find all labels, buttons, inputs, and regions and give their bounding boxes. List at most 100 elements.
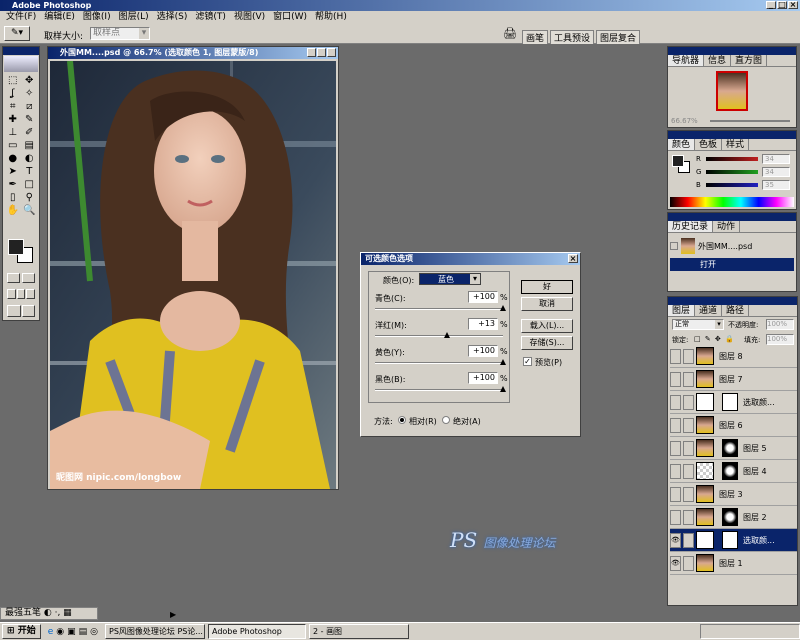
layer-link-box[interactable] [683,371,694,387]
menu-item-1[interactable]: 编辑(E) [40,11,79,24]
color-b-slider[interactable] [706,183,758,187]
marquee-tool-icon[interactable]: ⬚ [5,75,21,87]
menu-item-4[interactable]: 选择(S) [153,11,192,24]
layer-visibility-eye-icon[interactable] [670,348,681,364]
media-icon[interactable]: ◉ [56,627,64,637]
save-button[interactable]: 存储(S)... [521,336,573,350]
close-button[interactable]: × [788,1,798,9]
dock-tab-0[interactable]: 画笔 [522,30,549,44]
quick-mask-buttons[interactable] [7,273,35,283]
cancel-button[interactable]: 取消 [521,297,573,311]
doc-maximize-button[interactable] [317,48,326,57]
slider-track-2[interactable] [375,362,503,364]
history-panel-titlebar[interactable] [668,213,796,221]
foreground-color-swatch[interactable] [8,239,24,255]
colortabs-tab-2[interactable]: 样式 [722,139,750,150]
slider-value-field-1[interactable]: +13 [468,318,498,330]
ime-bar[interactable]: 最强五笔 ◐ ·, ▦ [0,607,98,620]
navtabs-tab-0[interactable]: 导航器 [668,55,705,66]
color-r-slider[interactable] [706,157,758,161]
layer-visibility-eye-icon[interactable]: 👁 [670,532,681,548]
layers-panel-titlebar[interactable] [668,297,797,305]
layer-visibility-eye-icon[interactable] [670,371,681,387]
layer-row[interactable]: 图层 8 [670,345,797,368]
folder-icon[interactable]: ▤ [79,627,88,637]
laytabs-tab-2[interactable]: 路径 [722,305,750,316]
color-spectrum-ramp[interactable] [670,197,794,207]
stamp-tool-icon[interactable]: ⊥ [5,127,21,139]
menu-item-0[interactable]: 文件(F) [2,11,40,24]
crop-tool-icon[interactable]: ⌗ [5,101,21,113]
layer-visibility-eye-icon[interactable] [670,509,681,525]
path-select-tool-icon[interactable]: ➤ [5,166,21,178]
ok-button[interactable]: 好 [521,280,573,294]
navigator-thumbnail[interactable] [716,71,748,111]
layer-row[interactable]: 图层 4 [670,460,797,483]
screen-mode-buttons[interactable] [7,289,36,299]
layer-link-box[interactable] [683,509,694,525]
dock-tab-2[interactable]: 图层复合 [596,30,641,44]
laytabs-tab-1[interactable]: 通道 [695,305,723,316]
document-title-bar[interactable]: 外国MM....psd @ 66.7% (选取颜色 1, 图层蒙版/8) [48,47,338,59]
layer-mask-thumbnail[interactable] [722,462,738,480]
slider-thumb-3[interactable] [500,386,506,392]
menu-item-8[interactable]: 帮助(H) [311,11,351,24]
pen-tool-icon[interactable]: ✒ [5,179,21,191]
layer-visibility-eye-icon[interactable] [670,463,681,479]
slider-track-0[interactable] [375,308,503,310]
layer-link-box[interactable] [683,532,694,548]
color-g-value[interactable]: 34 [762,167,790,177]
slider-value-field-0[interactable]: +100 [468,291,498,303]
color-panel-titlebar[interactable] [668,131,796,139]
shape-tool-icon[interactable]: □ [22,179,38,191]
slider-track-3[interactable] [375,389,503,391]
dock-printer-icon[interactable]: 🖨 [503,27,517,40]
maximize-button[interactable]: □ [777,1,787,9]
history-snapshot[interactable]: 外国MM....psd [670,237,794,255]
lock-buttons[interactable]: □ ✎ ✥ 🔒 [694,335,735,343]
start-button[interactable]: ⊞ 开始 [2,624,41,639]
history-snapshot-brush-icon[interactable] [670,242,678,250]
navigator-zoom[interactable]: 66.67% [671,117,698,125]
layer-mask-thumbnail[interactable] [722,508,738,526]
preview-checkbox[interactable]: ✓ [523,357,532,366]
histtabs-tab-1[interactable]: 动作 [713,221,741,232]
layer-row[interactable]: 👁 图层 1 [670,552,797,575]
colortabs-tab-1[interactable]: 色板 [695,139,723,150]
slider-thumb-2[interactable] [500,359,506,365]
slider-thumb-1[interactable] [444,332,451,338]
blend-mode-select[interactable]: 正常 ▾ [672,319,724,330]
absolute-radio[interactable] [442,416,450,424]
layer-visibility-eye-icon[interactable] [670,440,681,456]
navtabs-tab-2[interactable]: 直方图 [731,55,768,66]
brush-tool-icon[interactable]: ✎ [22,114,38,126]
type-tool-icon[interactable]: T [22,166,38,178]
relative-radio[interactable] [398,416,406,424]
dialog-title-bar[interactable]: 可选颜色选项 × [361,253,580,265]
layer-link-box[interactable] [683,440,694,456]
colortabs-tab-0[interactable]: 颜色 [668,139,696,150]
document-canvas[interactable]: 昵图网 nipic.com/longbow [50,61,336,489]
dialog-close-button[interactable]: × [568,254,578,263]
slider-value-field-2[interactable]: +100 [468,345,498,357]
layer-row[interactable]: 选取颜... [670,391,797,414]
eraser-tool-icon[interactable]: ▭ [5,140,21,152]
layer-link-box[interactable] [683,348,694,364]
layer-link-box[interactable] [683,463,694,479]
fill-field[interactable]: 100% [766,334,794,345]
taskbar-item-1[interactable]: Adobe Photoshop [208,624,306,639]
layer-visibility-eye-icon[interactable] [670,486,681,502]
adobe-feather-logo[interactable] [4,56,38,72]
layer-row[interactable]: 图层 7 [670,368,797,391]
layer-mask-thumbnail[interactable] [722,393,738,411]
slice-tool-icon[interactable]: ⧄ [22,101,38,113]
history-step-open[interactable]: 打开 [670,258,794,271]
color-g-slider[interactable] [706,170,758,174]
layer-link-box[interactable] [683,555,694,571]
healing-tool-icon[interactable]: ✚ [5,114,21,126]
ie-icon[interactable]: e [48,627,54,637]
gradient-tool-icon[interactable]: ▤ [22,140,38,152]
layer-row[interactable]: 图层 2 [670,506,797,529]
dodge-tool-icon[interactable]: ◐ [22,153,38,165]
status-scroll-arrow[interactable]: ▶ [170,610,176,619]
